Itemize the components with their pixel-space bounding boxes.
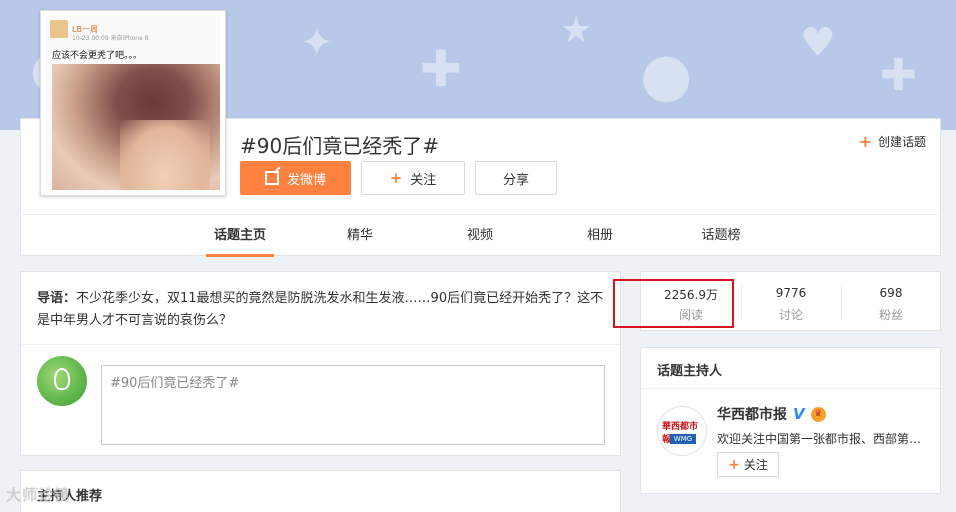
- tab-label: 精华: [346, 228, 373, 243]
- tab-featured[interactable]: 精华: [338, 215, 382, 257]
- follow-host-button[interactable]: + 关注: [717, 452, 779, 477]
- tab-label: 话题榜: [701, 228, 741, 243]
- intro-prefix: 导语：: [37, 291, 77, 306]
- host-section-title: 话题主持人: [657, 364, 723, 379]
- post-input-text: #90后们竟已经秃了#: [110, 376, 240, 391]
- topic-host-card: 话题主持人 華西都市報 WMG 华西都市报 V ♛ 欢迎关注中国第一张都市报、西…: [640, 347, 941, 494]
- topic-intro: 导语：不少花季少女，双11最想买的竟然是防脱洗发水和生发液……90后们竟已经开始…: [37, 288, 607, 332]
- post-weibo-button[interactable]: 发微博: [240, 161, 351, 195]
- follow-host-label: 关注: [743, 458, 768, 472]
- decor-puzzle-icon: ✚: [880, 50, 917, 101]
- plus-icon: +: [858, 132, 872, 151]
- intro-text: 不少花季少女，双11最想买的竟然是防脱洗发水和生发液……90后们竟已经开始秃了？…: [37, 291, 604, 328]
- share-button[interactable]: 分享: [475, 161, 557, 195]
- share-label: 分享: [502, 172, 529, 188]
- host-name: 华西都市报: [717, 407, 787, 423]
- stat-discussions[interactable]: 9776 讨论: [741, 272, 841, 332]
- tab-topic-home[interactable]: 话题主页: [206, 215, 274, 257]
- topic-intro-card: 导语：不少花季少女，双11最想买的竟然是防脱洗发水和生发液……90后们竟已经开始…: [20, 271, 621, 456]
- tab-album[interactable]: 相册: [578, 215, 622, 257]
- stat-fans-value: 698: [879, 286, 903, 300]
- host-avatar[interactable]: 華西都市報 WMG: [657, 406, 707, 456]
- topic-action-buttons: 发微博 + 关注 分享: [240, 161, 557, 195]
- cover-photo-face: [120, 120, 210, 190]
- create-topic-label: 创建话题: [877, 135, 926, 149]
- topic-cover-image[interactable]: LB一周 10-23 00:09 来自iPhone 8 应该不会更秃了吧。。。: [40, 10, 226, 196]
- post-weibo-label: 发微博: [286, 172, 326, 188]
- create-topic-button[interactable]: + 创建话题: [859, 132, 926, 151]
- tab-topic-rank[interactable]: 话题榜: [692, 215, 750, 257]
- divider: [21, 344, 620, 345]
- verified-icon: V: [793, 405, 805, 423]
- decor-circle-icon: ●: [640, 40, 693, 110]
- divider: [641, 388, 940, 389]
- edit-icon: [264, 171, 279, 185]
- cover-photo: [52, 64, 220, 190]
- cover-post-meta: 10-23 00:09 来自iPhone 8: [72, 35, 149, 42]
- decor-heart-icon: ♥: [800, 20, 836, 66]
- stat-discussions-label: 讨论: [778, 308, 803, 322]
- bunny-icon: [54, 368, 70, 390]
- host-description: 欢迎关注中国第一张都市报、西部第…: [717, 432, 922, 446]
- avatar[interactable]: [37, 356, 87, 406]
- stat-fans-label: 粉丝: [878, 308, 903, 322]
- follow-topic-label: 关注: [410, 172, 437, 188]
- cover-post-text: 应该不会更秃了吧。。。: [52, 51, 143, 61]
- cover-post-preview: LB一周 10-23 00:09 来自iPhone 8 应该不会更秃了吧。。。: [46, 16, 220, 190]
- cover-avatar: [50, 20, 68, 38]
- stat-discussions-value: 9776: [775, 286, 807, 300]
- reads-highlight-box: [613, 279, 734, 328]
- follow-topic-button[interactable]: + 关注: [361, 161, 465, 195]
- host-logo-sub: WMG: [670, 434, 696, 444]
- tab-label: 相册: [586, 228, 613, 243]
- decor-star-icon: ★: [560, 10, 593, 51]
- decor-star-icon: ✦: [300, 20, 334, 66]
- page-title: #90后们竟已经秃了#: [240, 134, 439, 158]
- decor-puzzle-icon: ✚: [420, 40, 462, 98]
- host-recommend-card: 主持人推荐: [20, 470, 621, 512]
- plus-icon: +: [389, 169, 403, 187]
- watermark: 大师诊镜: [6, 486, 71, 504]
- tab-video[interactable]: 视频: [458, 215, 502, 257]
- tab-label: 视频: [466, 228, 493, 243]
- plus-icon: +: [728, 456, 740, 473]
- host-name-link[interactable]: 华西都市报 V ♛: [717, 404, 826, 424]
- post-input[interactable]: #90后们竟已经秃了#: [101, 365, 605, 445]
- crown-icon: ♛: [810, 406, 826, 422]
- topic-tab-bar: 话题主页 精华 视频 相册 话题榜: [20, 214, 941, 257]
- stat-fans[interactable]: 698 粉丝: [841, 272, 941, 332]
- tab-label: 话题主页: [213, 228, 266, 243]
